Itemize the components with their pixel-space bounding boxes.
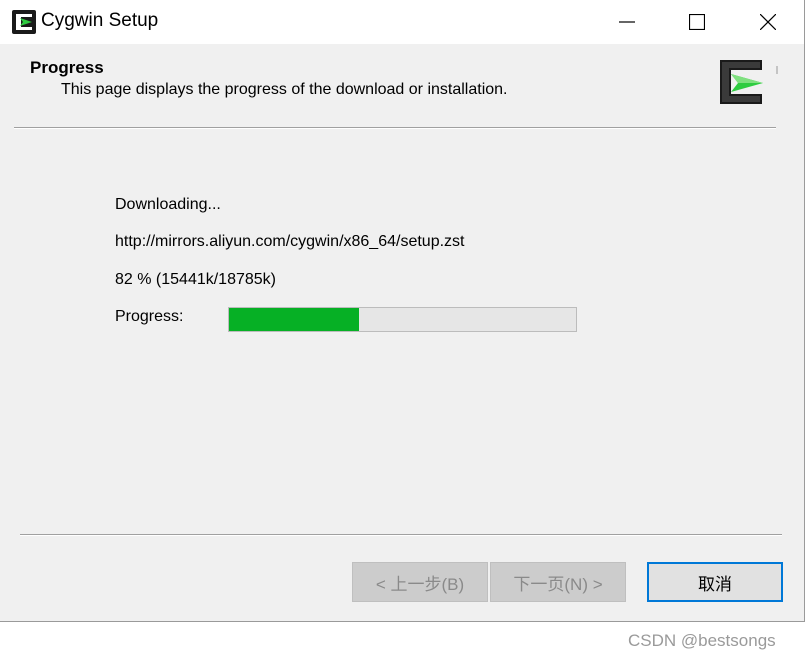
download-url: http://mirrors.aliyun.com/cygwin/x86_64/… <box>115 233 465 250</box>
maximize-button[interactable] <box>662 0 732 44</box>
setup-window: Cygwin Setup Progress This page displays… <box>0 0 805 622</box>
minimize-icon <box>619 21 635 23</box>
progress-label: Progress: <box>115 308 184 325</box>
title-bar[interactable]: Cygwin Setup <box>0 0 804 44</box>
page-title: Progress <box>30 58 104 77</box>
page-description: This page displays the progress of the d… <box>61 81 508 98</box>
header-divider <box>14 127 776 129</box>
window-title: Cygwin Setup <box>41 10 159 31</box>
progress-bar <box>228 307 577 332</box>
close-icon <box>760 14 776 30</box>
maximize-icon <box>689 14 705 30</box>
next-button[interactable]: 下一页(N) > <box>490 562 626 602</box>
progress-bar-fill <box>229 308 360 331</box>
cygwin-app-icon <box>12 10 36 34</box>
minimize-button[interactable] <box>592 0 662 44</box>
cygwin-logo-icon <box>720 60 778 104</box>
cancel-button[interactable]: 取消 <box>647 562 783 602</box>
close-button[interactable] <box>733 0 803 44</box>
footer-divider <box>20 534 782 536</box>
status-text: Downloading... <box>115 196 221 213</box>
watermark-text: CSDN @bestsongs <box>628 631 776 650</box>
download-percent: 82 % (15441k/18785k) <box>115 271 276 288</box>
back-button[interactable]: < 上一步(B) <box>352 562 488 602</box>
